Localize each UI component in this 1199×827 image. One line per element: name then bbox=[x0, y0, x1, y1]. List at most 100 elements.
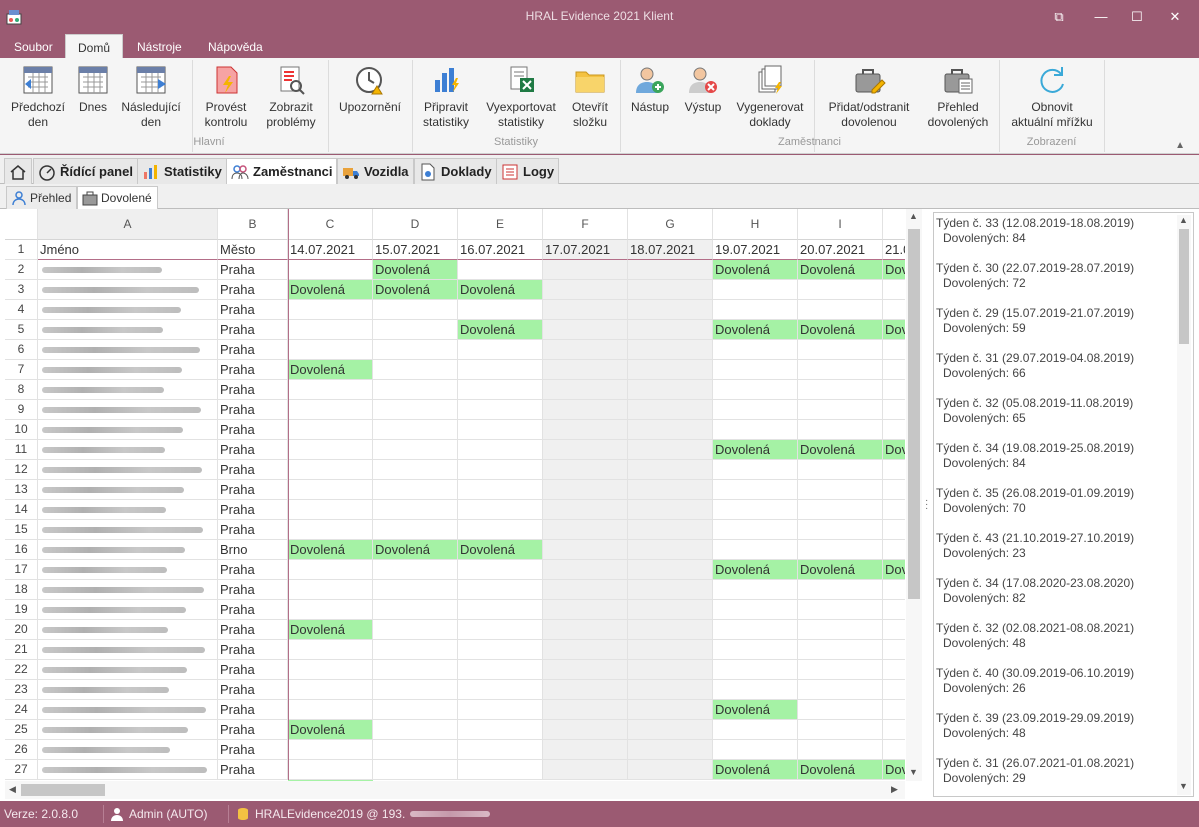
day-cell[interactable] bbox=[288, 700, 373, 720]
splitter-grip-icon[interactable]: · · · bbox=[925, 496, 928, 514]
day-cell[interactable] bbox=[288, 460, 373, 480]
day-cell[interactable] bbox=[373, 580, 458, 600]
row-header[interactable]: 9 bbox=[5, 400, 38, 420]
day-cell[interactable] bbox=[373, 400, 458, 420]
day-cell[interactable] bbox=[628, 420, 713, 440]
day-cell[interactable] bbox=[628, 460, 713, 480]
day-cell[interactable] bbox=[288, 400, 373, 420]
close-button[interactable]: ✕ bbox=[1155, 0, 1195, 34]
day-cell[interactable] bbox=[713, 500, 798, 520]
day-cell[interactable] bbox=[543, 700, 628, 720]
city-cell[interactable]: Praha bbox=[218, 660, 288, 680]
column-header[interactable]: C bbox=[288, 209, 373, 240]
week-list-item[interactable]: Týden č. 40 (30.09.2019-06.10.2019) Dovol… bbox=[936, 666, 1134, 696]
tab-home[interactable] bbox=[4, 158, 32, 184]
vacation-cell[interactable]: Dovolená bbox=[373, 280, 458, 300]
column-header[interactable] bbox=[883, 209, 905, 240]
day-cell[interactable] bbox=[628, 280, 713, 300]
day-cell[interactable] bbox=[373, 500, 458, 520]
header-cell[interactable]: 19.07.2021 bbox=[713, 240, 798, 260]
column-header[interactable]: E bbox=[458, 209, 543, 240]
day-cell[interactable] bbox=[798, 380, 883, 400]
day-cell[interactable] bbox=[713, 740, 798, 760]
weeks-list[interactable]: ▲ ▼ Týden č. 33 (12.08.2019-18.08.2019) D… bbox=[933, 212, 1194, 797]
vacation-cell[interactable]: Dovolená bbox=[288, 280, 373, 300]
day-cell[interactable] bbox=[883, 720, 905, 740]
day-cell[interactable] bbox=[883, 580, 905, 600]
refresh-grid-button[interactable]: Obnovit aktuální mřížku bbox=[1004, 62, 1100, 130]
day-cell[interactable] bbox=[883, 380, 905, 400]
column-header[interactable]: F bbox=[543, 209, 628, 240]
day-cell[interactable] bbox=[883, 540, 905, 560]
open-folder-button[interactable]: Otevřít složku bbox=[565, 62, 615, 130]
day-cell[interactable] bbox=[883, 500, 905, 520]
city-cell[interactable]: Praha bbox=[218, 440, 288, 460]
run-check-button[interactable]: Provést kontrolu bbox=[198, 62, 254, 130]
day-cell[interactable] bbox=[543, 580, 628, 600]
day-cell[interactable] bbox=[288, 440, 373, 460]
subtab-dovolene[interactable]: Dovolené bbox=[77, 186, 158, 209]
day-cell[interactable] bbox=[798, 600, 883, 620]
day-cell[interactable] bbox=[628, 380, 713, 400]
snap-button[interactable]: ⧉ bbox=[1039, 0, 1079, 34]
day-cell[interactable] bbox=[373, 620, 458, 640]
scroll-up-icon[interactable]: ▲ bbox=[1179, 215, 1188, 225]
day-cell[interactable] bbox=[713, 660, 798, 680]
row-header[interactable]: 16 bbox=[5, 540, 38, 560]
day-cell[interactable] bbox=[458, 560, 543, 580]
day-cell[interactable] bbox=[458, 740, 543, 760]
day-cell[interactable] bbox=[628, 500, 713, 520]
day-cell[interactable] bbox=[883, 480, 905, 500]
vacation-grid[interactable]: A B C D E F G H I 1 Jméno Město 14.07.2021 15.07.2021… bbox=[5, 209, 905, 781]
name-cell[interactable] bbox=[38, 280, 218, 300]
name-cell[interactable] bbox=[38, 720, 218, 740]
day-cell[interactable] bbox=[883, 640, 905, 660]
vacation-cell[interactable]: Dov bbox=[883, 320, 905, 340]
name-cell[interactable] bbox=[38, 740, 218, 760]
menu-nastroje[interactable]: Nástroje bbox=[125, 34, 194, 58]
day-cell[interactable] bbox=[373, 600, 458, 620]
day-cell[interactable] bbox=[883, 600, 905, 620]
day-cell[interactable] bbox=[543, 720, 628, 740]
day-cell[interactable] bbox=[883, 420, 905, 440]
vacation-overview-button[interactable]: Přehled dovolených bbox=[922, 62, 994, 130]
day-cell[interactable] bbox=[458, 300, 543, 320]
day-cell[interactable] bbox=[883, 520, 905, 540]
city-cell[interactable]: Praha bbox=[218, 460, 288, 480]
city-cell[interactable]: Praha bbox=[218, 500, 288, 520]
day-cell[interactable] bbox=[713, 480, 798, 500]
row-header[interactable]: 5 bbox=[5, 320, 38, 340]
day-cell[interactable] bbox=[543, 380, 628, 400]
menu-soubor[interactable]: Soubor bbox=[2, 34, 65, 58]
day-cell[interactable] bbox=[373, 300, 458, 320]
day-cell[interactable] bbox=[628, 400, 713, 420]
row-header[interactable]: 6 bbox=[5, 340, 38, 360]
day-cell[interactable] bbox=[543, 260, 628, 280]
day-cell[interactable] bbox=[543, 740, 628, 760]
grid-corner[interactable] bbox=[5, 209, 38, 240]
row-header[interactable]: 24 bbox=[5, 700, 38, 720]
day-cell[interactable] bbox=[288, 300, 373, 320]
vacation-cell[interactable]: Dovolená bbox=[713, 440, 798, 460]
day-cell[interactable] bbox=[713, 720, 798, 740]
previous-day-button[interactable]: Předchozí den bbox=[6, 62, 70, 130]
day-cell[interactable] bbox=[628, 700, 713, 720]
alerts-button[interactable]: Upozornění bbox=[334, 62, 406, 115]
week-list-item[interactable]: Týden č. 31 (26.07.2021-01.08.2021) Dovol… bbox=[936, 756, 1134, 786]
city-cell[interactable]: Praha bbox=[218, 360, 288, 380]
row-header[interactable]: 4 bbox=[5, 300, 38, 320]
day-cell[interactable] bbox=[883, 340, 905, 360]
next-day-button[interactable]: Následující den bbox=[116, 62, 186, 130]
day-cell[interactable] bbox=[288, 380, 373, 400]
day-cell[interactable] bbox=[628, 720, 713, 740]
row-header[interactable]: 25 bbox=[5, 720, 38, 740]
day-cell[interactable] bbox=[373, 440, 458, 460]
week-list-item[interactable]: Týden č. 34 (17.08.2020-23.08.2020) Dovol… bbox=[936, 576, 1134, 606]
header-cell[interactable]: 18.07.2021 bbox=[628, 240, 713, 260]
day-cell[interactable] bbox=[543, 680, 628, 700]
name-cell[interactable] bbox=[38, 660, 218, 680]
day-cell[interactable] bbox=[458, 520, 543, 540]
vacation-cell[interactable]: Dovolená bbox=[373, 260, 458, 280]
name-cell[interactable] bbox=[38, 520, 218, 540]
vacation-cell[interactable]: Dov bbox=[883, 560, 905, 580]
